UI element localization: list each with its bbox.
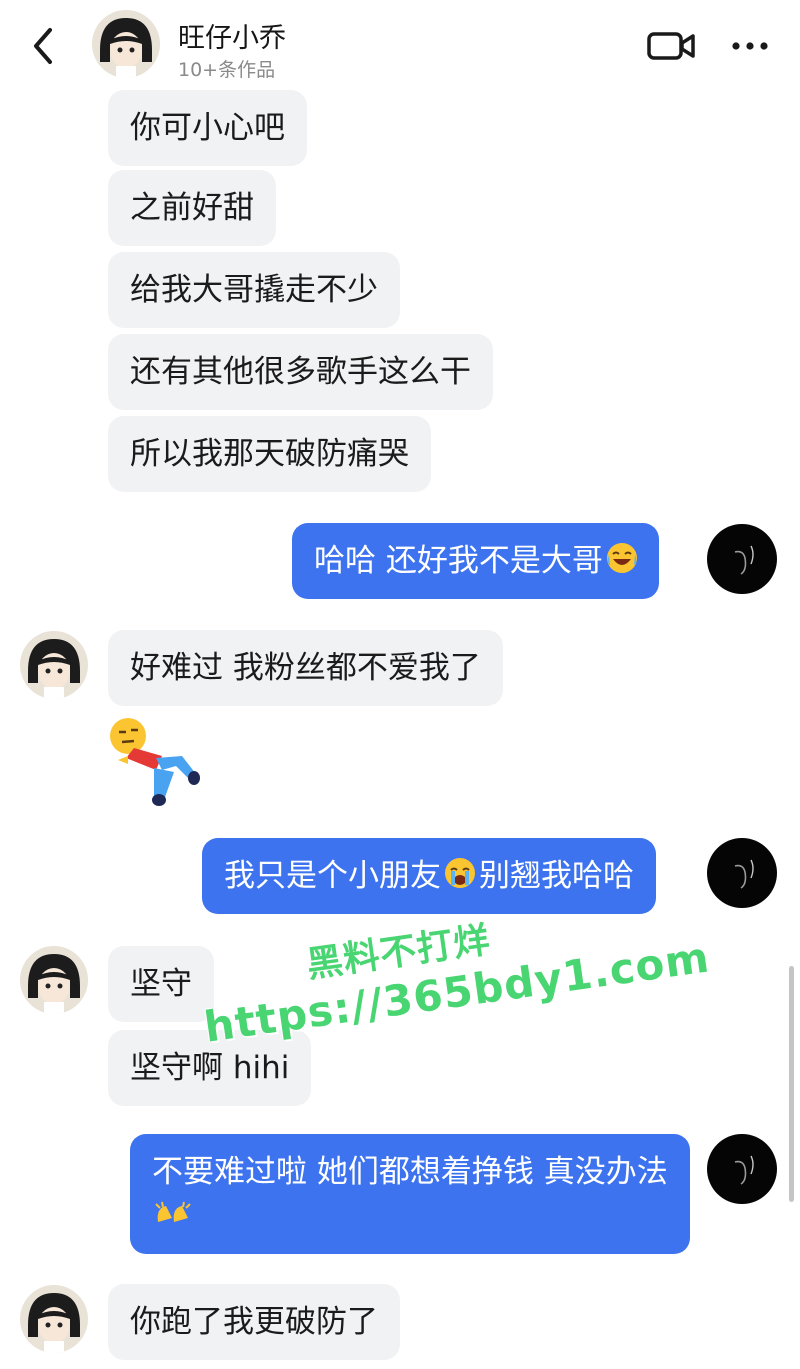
message-incoming[interactable]: 给我大哥撬走不少 xyxy=(108,252,400,328)
message-outgoing[interactable]: 我只是个小朋友 别翘我哈哈 xyxy=(202,838,656,914)
message-incoming[interactable]: 你跑了我更破防了 xyxy=(108,1284,400,1360)
more-dots-icon xyxy=(732,42,768,50)
contact-name[interactable]: 旺仔小乔 xyxy=(178,16,286,55)
back-button[interactable] xyxy=(24,24,64,68)
laugh-cry-emoji xyxy=(606,543,637,573)
message-text: 别翘我哈哈 xyxy=(479,858,634,894)
user-avatar[interactable] xyxy=(707,524,777,594)
message-incoming[interactable]: 还有其他很多歌手这么干 xyxy=(108,334,493,410)
video-call-button[interactable] xyxy=(646,26,698,66)
message-incoming[interactable]: 之前好甜 xyxy=(108,170,276,246)
chevron-left-icon xyxy=(34,28,52,64)
message-incoming[interactable]: 好难过 我粉丝都不爱我了 xyxy=(108,630,503,706)
message-incoming[interactable]: 你可小心吧 xyxy=(108,90,307,166)
message-outgoing[interactable]: 不要难过啦 她们都想着挣钱 真没办法 xyxy=(130,1134,690,1254)
message-text: 我只是个小朋友 xyxy=(224,858,441,894)
message-text: 哈哈 还好我不是大哥 xyxy=(314,543,603,579)
message-incoming[interactable]: 所以我那天破防痛哭 xyxy=(108,416,431,492)
message-incoming[interactable]: 坚守 xyxy=(108,946,214,1022)
contact-avatar[interactable] xyxy=(20,1285,88,1353)
clapping-hands-emoji xyxy=(155,1201,191,1222)
message-text: 不要难过啦 她们都想着挣钱 真没办法 xyxy=(152,1154,668,1190)
user-avatar[interactable] xyxy=(707,838,777,908)
scrollbar[interactable] xyxy=(789,966,794,1202)
user-avatar[interactable] xyxy=(707,1134,777,1204)
message-outgoing[interactable]: 哈哈 还好我不是大哥 xyxy=(292,523,659,599)
chat-header: 旺仔小乔 10+条作品 xyxy=(0,0,800,90)
more-button[interactable] xyxy=(728,30,772,62)
contact-works-count: 10+条作品 xyxy=(178,59,276,81)
video-call-icon xyxy=(647,32,695,60)
lying-down-sticker[interactable] xyxy=(104,712,208,808)
crying-emoji xyxy=(445,858,475,888)
contact-avatar[interactable] xyxy=(20,631,88,699)
contact-avatar[interactable] xyxy=(20,946,88,1014)
message-incoming[interactable]: 坚守啊 hihi xyxy=(108,1030,312,1106)
contact-avatar[interactable] xyxy=(92,10,160,78)
watermark-text: 黑料不打烊 xyxy=(304,919,494,986)
